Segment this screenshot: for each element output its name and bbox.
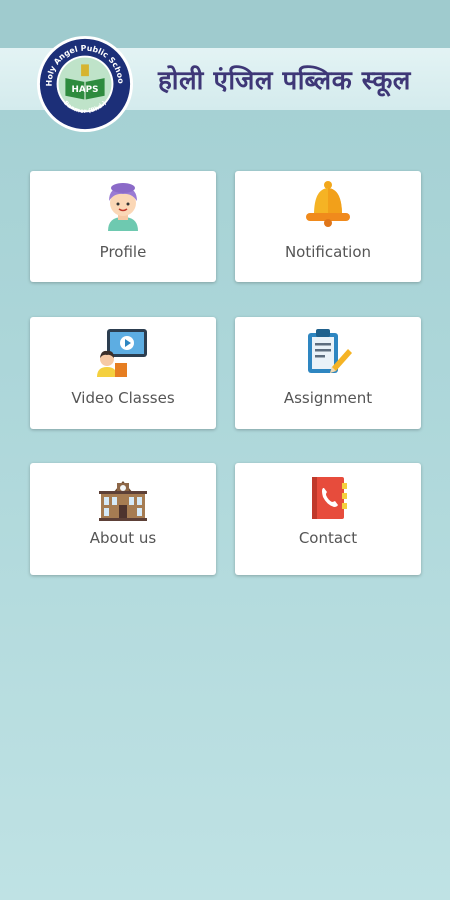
assignment-card[interactable]: Assignment xyxy=(235,317,421,429)
notification-card[interactable]: Notification xyxy=(235,171,421,282)
svg-text:HAPS: HAPS xyxy=(71,85,98,95)
video-classes-label: Video Classes xyxy=(71,389,175,407)
assignment-label: Assignment xyxy=(283,389,373,407)
notification-label: Notification xyxy=(284,243,372,261)
profile-label: Profile xyxy=(99,243,147,261)
school-logo: Holy Angel Public School Banmor (Bhd.) H… xyxy=(36,35,134,133)
bell-icon xyxy=(306,181,350,227)
profile-card[interactable]: Profile xyxy=(30,171,216,282)
phone-book-icon xyxy=(312,477,347,519)
contact-label: Contact xyxy=(298,529,358,547)
about-us-label: About us xyxy=(89,529,157,547)
clipboard-pencil-icon xyxy=(308,329,352,373)
video-classes-card[interactable]: Video Classes xyxy=(30,317,216,429)
about-us-card[interactable]: About us xyxy=(30,463,216,575)
school-title: होली एंजिल पब्लिक स्कूल xyxy=(158,66,411,96)
contact-card[interactable]: Contact xyxy=(235,463,421,575)
child-avatar-icon xyxy=(108,183,138,231)
school-building-icon xyxy=(99,481,147,521)
video-lesson-icon xyxy=(97,329,147,377)
